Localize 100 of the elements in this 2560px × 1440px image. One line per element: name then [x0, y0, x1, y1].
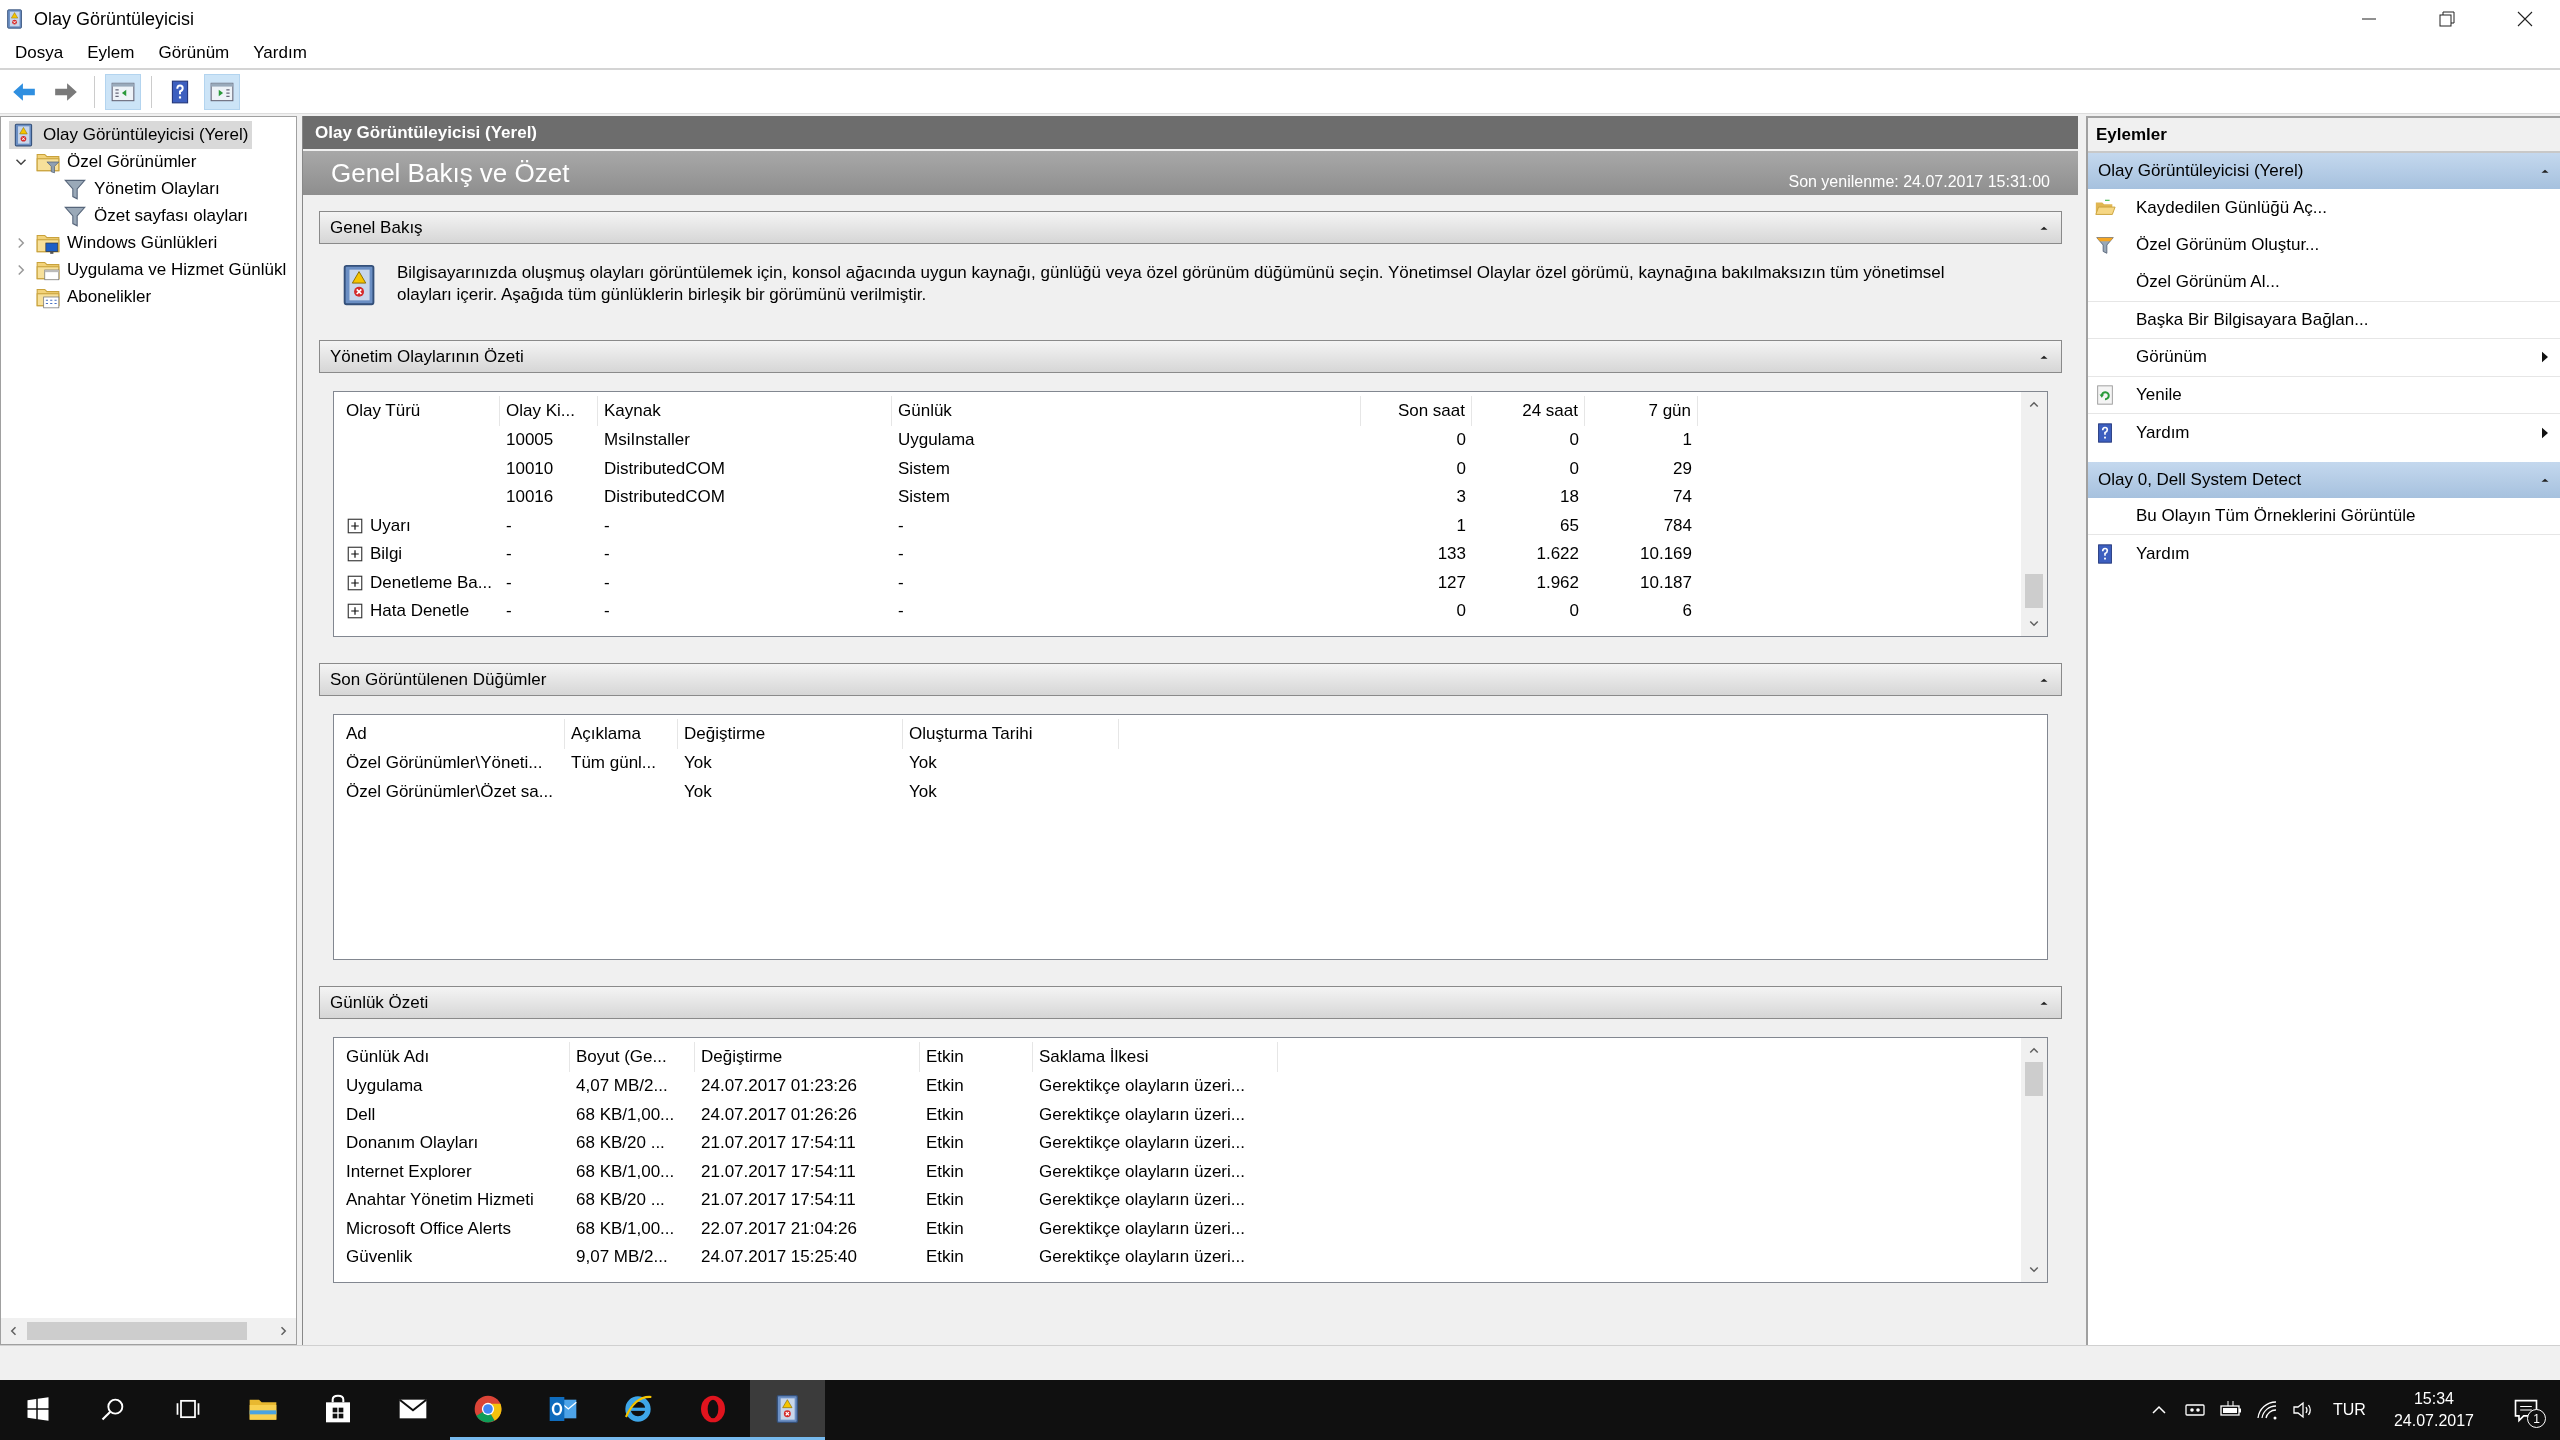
column-header[interactable]: Oluşturma Tarihi: [903, 719, 1119, 749]
tree-item[interactable]: Yönetim Olayları: [60, 174, 224, 203]
action-item[interactable]: Yenile: [2088, 376, 2560, 414]
action-item[interactable]: Bu Olayın Tüm Örneklerini Görüntüle: [2088, 497, 2560, 535]
table-cell: 1.622: [1536, 544, 1579, 565]
window-title: Olay Görüntüleyicisi: [34, 8, 195, 30]
action-item[interactable]: Başka Bir Bilgisayara Bağlan...: [2088, 301, 2560, 339]
table-cell: Etkin: [926, 1190, 964, 1211]
column-header[interactable]: Olay Ki...: [500, 396, 598, 426]
table-cell: -: [604, 601, 610, 622]
table-cell: 6: [1682, 601, 1692, 622]
table-cell: Güvenlik: [346, 1247, 413, 1268]
scrollbar-thumb[interactable]: [2025, 574, 2043, 608]
language-indicator[interactable]: TUR: [2327, 1401, 2372, 1419]
table-cell: 0: [1456, 430, 1466, 451]
column-header[interactable]: Günlük: [892, 396, 1361, 426]
column-header[interactable]: Kaynak: [598, 396, 892, 426]
action-item[interactable]: Özel Görünüm Al...: [2088, 264, 2560, 302]
menu-item[interactable]: Dosya: [3, 43, 76, 63]
table-cell: Denetleme Ba...: [370, 572, 492, 593]
table-cell: Gerektikçe olayların üzeri...: [1039, 1218, 1245, 1239]
section-title: Günlük Özeti: [330, 992, 429, 1013]
table-cell: -: [604, 544, 610, 565]
section-header[interactable]: Son Görüntülenen Düğümler: [319, 663, 2062, 696]
tree-item[interactable]: Özel Görünümler: [33, 147, 201, 176]
expand-icon[interactable]: [346, 516, 364, 535]
table-cell: -: [604, 572, 610, 593]
refresh-time: Son yenilenme: 24.07.2017 15:31:00: [1788, 173, 2050, 192]
tree-item[interactable]: Abonelikler: [33, 282, 156, 311]
scrollbar-thumb[interactable]: [27, 1322, 247, 1340]
table-cell: -: [506, 572, 512, 593]
table-cell: -: [898, 572, 904, 593]
column-header[interactable]: Saklama İlkesi: [1033, 1042, 1278, 1072]
scrollbar[interactable]: [1, 1318, 296, 1344]
group-header[interactable]: Olay 0, Dell System Detect: [2088, 461, 2560, 498]
table-cell: Gerektikçe olayların üzeri...: [1039, 1161, 1245, 1182]
table-cell: 24.07.2017 15:25:40: [701, 1247, 857, 1268]
menu-item[interactable]: Eylem: [75, 43, 147, 63]
table-cell: 10016: [506, 487, 554, 508]
scrollbar[interactable]: [2021, 392, 2047, 636]
column-header[interactable]: Günlük Adı: [340, 1042, 570, 1072]
table-cell: Tüm günl...: [571, 753, 657, 774]
table-cell: Internet Explorer: [346, 1161, 472, 1182]
taskbar-app[interactable]: [750, 1380, 825, 1440]
expand-icon[interactable]: [346, 573, 364, 592]
table-cell: Etkin: [926, 1218, 964, 1239]
table-cell: 10.169: [1640, 544, 1692, 565]
section-header[interactable]: Genel Bakış: [319, 211, 2062, 244]
table-cell: Sistem: [898, 458, 950, 479]
column-header[interactable]: Açıklama: [565, 719, 678, 749]
clock[interactable]: 15:34 24.07.2017: [2383, 1388, 2484, 1432]
column-header[interactable]: Ad: [340, 719, 565, 749]
table-cell: Uyarı: [370, 515, 411, 536]
scrollbar[interactable]: [2021, 1038, 2047, 1282]
table-cell: 10.187: [1640, 572, 1692, 593]
action-item[interactable]: Yardım: [2088, 535, 2560, 573]
table-cell: 127: [1437, 572, 1466, 593]
menu-item[interactable]: Yardım: [241, 43, 319, 63]
table-cell: -: [506, 544, 512, 565]
page-title: Genel Bakış ve Özet: [331, 157, 570, 189]
column-header[interactable]: 7 gün: [1585, 396, 1698, 426]
tree-item[interactable]: Özet sayfası olayları: [60, 201, 252, 230]
table-cell: Özel Görünümler\Yöneti...: [346, 753, 543, 774]
group-header[interactable]: Olay Görüntüleyicisi (Yerel): [2088, 153, 2560, 189]
action-item[interactable]: Görünüm: [2088, 339, 2560, 377]
table-cell: Yok: [684, 781, 712, 802]
section-header[interactable]: Günlük Özeti: [319, 986, 2062, 1019]
tree-item[interactable]: Uygulama ve Hizmet Günlükl: [33, 255, 291, 284]
action-item[interactable]: Yardım: [2088, 414, 2560, 452]
table-cell: Yok: [684, 753, 712, 774]
column-header[interactable]: Boyut (Ge...: [570, 1042, 695, 1072]
column-header[interactable]: Etkin: [920, 1042, 1033, 1072]
column-header[interactable]: 24 saat: [1472, 396, 1585, 426]
scrollbar-thumb[interactable]: [2025, 1062, 2043, 1096]
table-cell: 29: [1673, 458, 1692, 479]
table-cell: 9,07 MB/2...: [576, 1247, 668, 1268]
table-cell: Gerektikçe olayların üzeri...: [1039, 1104, 1245, 1125]
table-cell: DistributedCOM: [604, 458, 725, 479]
notification-badge: 1: [2527, 1409, 2546, 1428]
table-cell: -: [898, 544, 904, 565]
action-item[interactable]: Özel Görünüm Oluştur...: [2088, 226, 2560, 264]
tree-item[interactable]: Windows Günlükleri: [33, 228, 222, 257]
column-header[interactable]: Olay Türü: [340, 396, 500, 426]
table-cell: 65: [1560, 515, 1579, 536]
column-header[interactable]: Son saat: [1361, 396, 1472, 426]
column-header[interactable]: Değiştirme: [678, 719, 903, 749]
expand-icon[interactable]: [346, 545, 364, 564]
table-cell: 74: [1673, 487, 1692, 508]
filter-icon: [2094, 234, 2116, 257]
tree-item[interactable]: Olay Görüntüleyicisi (Yerel): [9, 120, 253, 149]
expand-icon[interactable]: [346, 602, 364, 621]
table-cell: Etkin: [926, 1104, 964, 1125]
section-title: Yönetim Olaylarının Özeti: [330, 346, 524, 367]
action-item[interactable]: Kaydedilen Günlüğü Aç...: [2088, 189, 2560, 227]
table-cell: Anahtar Yönetim Hizmeti: [346, 1190, 534, 1211]
column-header[interactable]: Değiştirme: [695, 1042, 920, 1072]
section-header[interactable]: Yönetim Olaylarının Özeti: [319, 340, 2062, 373]
table-cell: 10010: [506, 458, 554, 479]
menu-item[interactable]: Görünüm: [146, 43, 242, 63]
table-cell: 3: [1456, 487, 1466, 508]
